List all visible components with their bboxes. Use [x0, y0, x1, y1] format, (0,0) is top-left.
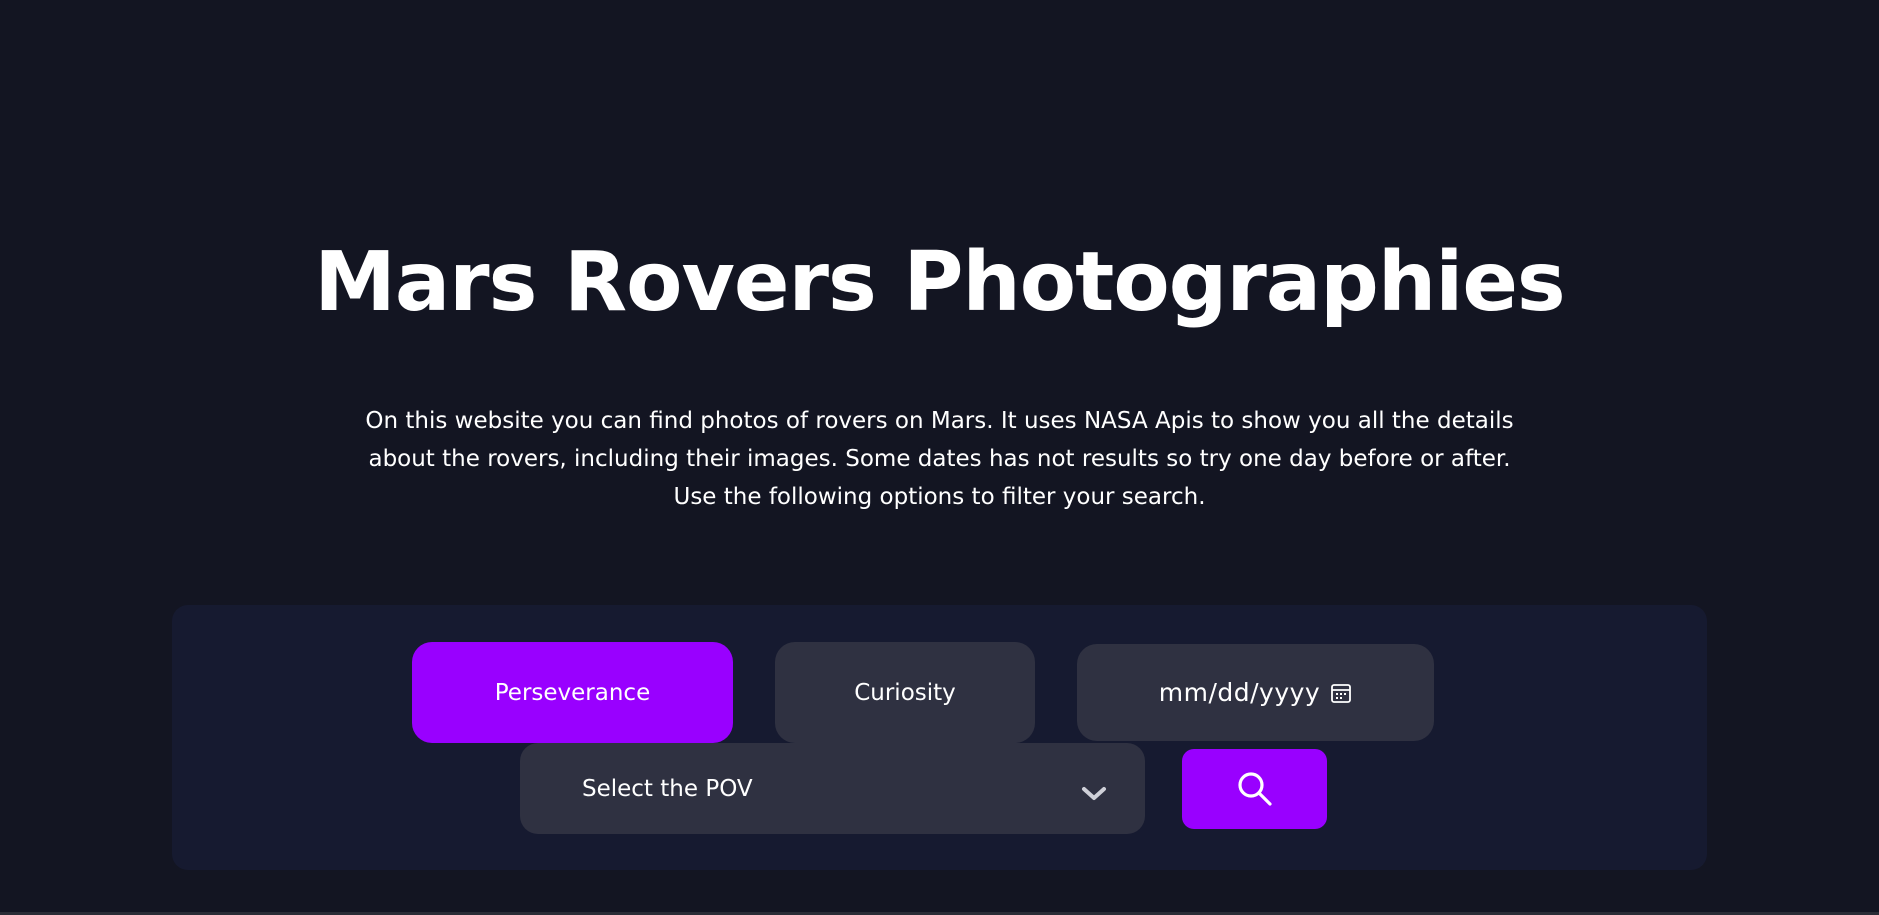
rover-button-label: Perseverance	[494, 679, 651, 706]
search-button[interactable]	[1182, 749, 1327, 829]
rover-button-perseverance[interactable]: Perseverance	[412, 642, 733, 743]
page-title: Mars Rovers Photographies	[314, 235, 1565, 330]
pov-select-label: Select the POV	[582, 775, 753, 802]
pov-select[interactable]: Select the POV	[520, 743, 1145, 834]
rover-button-curiosity[interactable]: Curiosity	[775, 642, 1035, 743]
search-icon	[1235, 769, 1275, 809]
date-input[interactable]: mm/dd/yyyy	[1077, 644, 1434, 741]
page-description: On this website you can find photos of r…	[365, 408, 1514, 510]
rover-button-label: Curiosity	[854, 679, 956, 706]
page: Mars Rovers Photographies On this websit…	[0, 0, 1879, 915]
date-placeholder: mm/dd/yyyy	[1158, 678, 1321, 707]
chevron-down-icon	[1081, 776, 1107, 802]
calendar-icon[interactable]	[1330, 682, 1352, 704]
